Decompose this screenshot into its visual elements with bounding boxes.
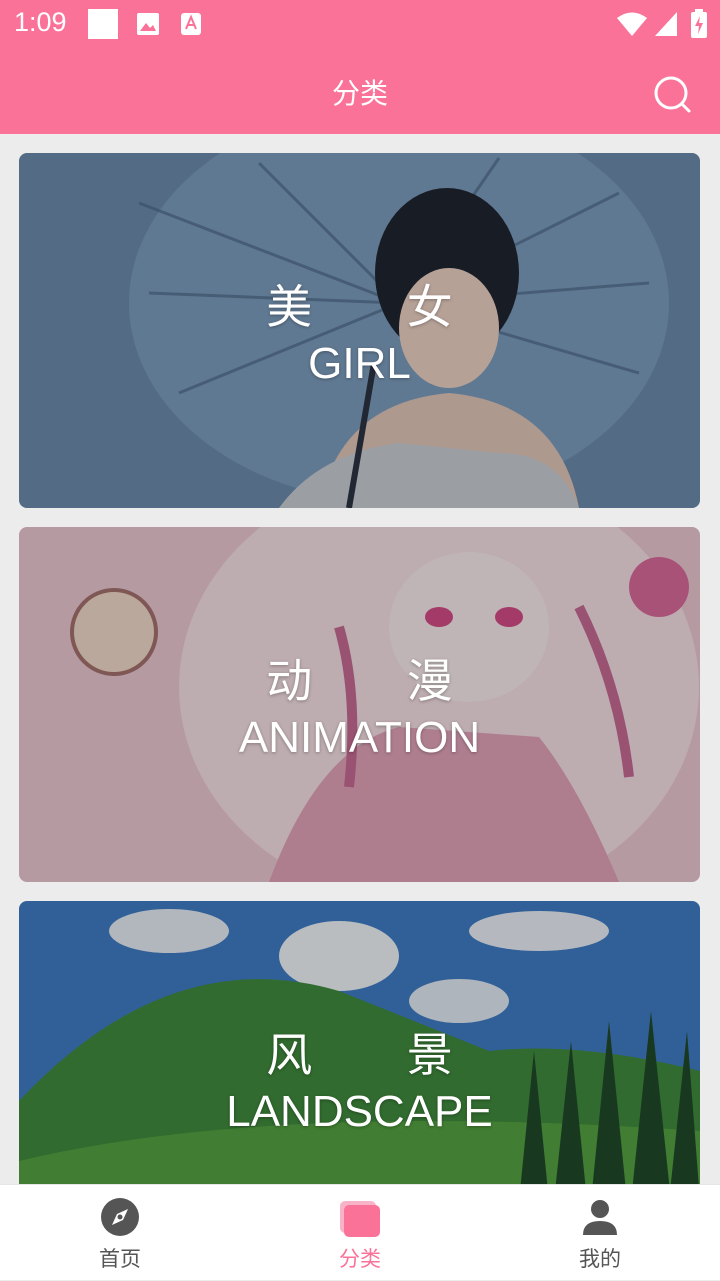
category-title-en: LANDSCAPE <box>226 1087 493 1136</box>
status-time: 1:09 <box>14 7 67 37</box>
compass-icon <box>101 1198 139 1236</box>
page-title: 分类 <box>331 77 388 110</box>
search-icon[interactable] <box>650 72 694 116</box>
cellular-signal-icon <box>655 12 677 36</box>
category-title-cn: 风 景 <box>266 1028 493 1082</box>
nav-item-category[interactable]: 分类 <box>240 1185 480 1281</box>
nav-label-category: 分类 <box>339 1247 381 1271</box>
bottom-navigation: 首页 分类 我的 <box>0 1184 720 1280</box>
category-icon <box>340 1201 380 1237</box>
category-card-girl[interactable]: 美 女 GIRL <box>19 153 700 508</box>
nav-label-home: 首页 <box>99 1247 141 1271</box>
category-title-en: GIRL <box>308 339 411 388</box>
category-title-cn: 动 漫 <box>266 654 493 708</box>
nav-item-mine[interactable]: 我的 <box>480 1185 720 1281</box>
category-card-landscape[interactable]: 风 景 LANDSCAPE <box>19 901 700 1184</box>
app-bar: 分类 <box>0 48 720 134</box>
category-title-cn: 美 女 <box>266 280 493 334</box>
nav-item-home[interactable]: 首页 <box>0 1185 240 1281</box>
notification-square-icon <box>88 9 118 39</box>
user-icon <box>583 1200 617 1235</box>
category-title-en: ANIMATION <box>238 713 481 762</box>
category-card-animation[interactable]: 动 漫 ANIMATION <box>19 527 700 882</box>
nav-label-mine: 我的 <box>579 1247 621 1271</box>
category-list: 美 女 GIRL 动 漫 ANIMATION 风 景 LANDSCAPE <box>0 134 720 1184</box>
status-bar: 1:09 <box>0 0 720 48</box>
text-app-icon <box>181 13 201 35</box>
battery-icon <box>691 9 707 38</box>
wifi-icon <box>617 12 647 36</box>
image-icon <box>137 13 159 35</box>
